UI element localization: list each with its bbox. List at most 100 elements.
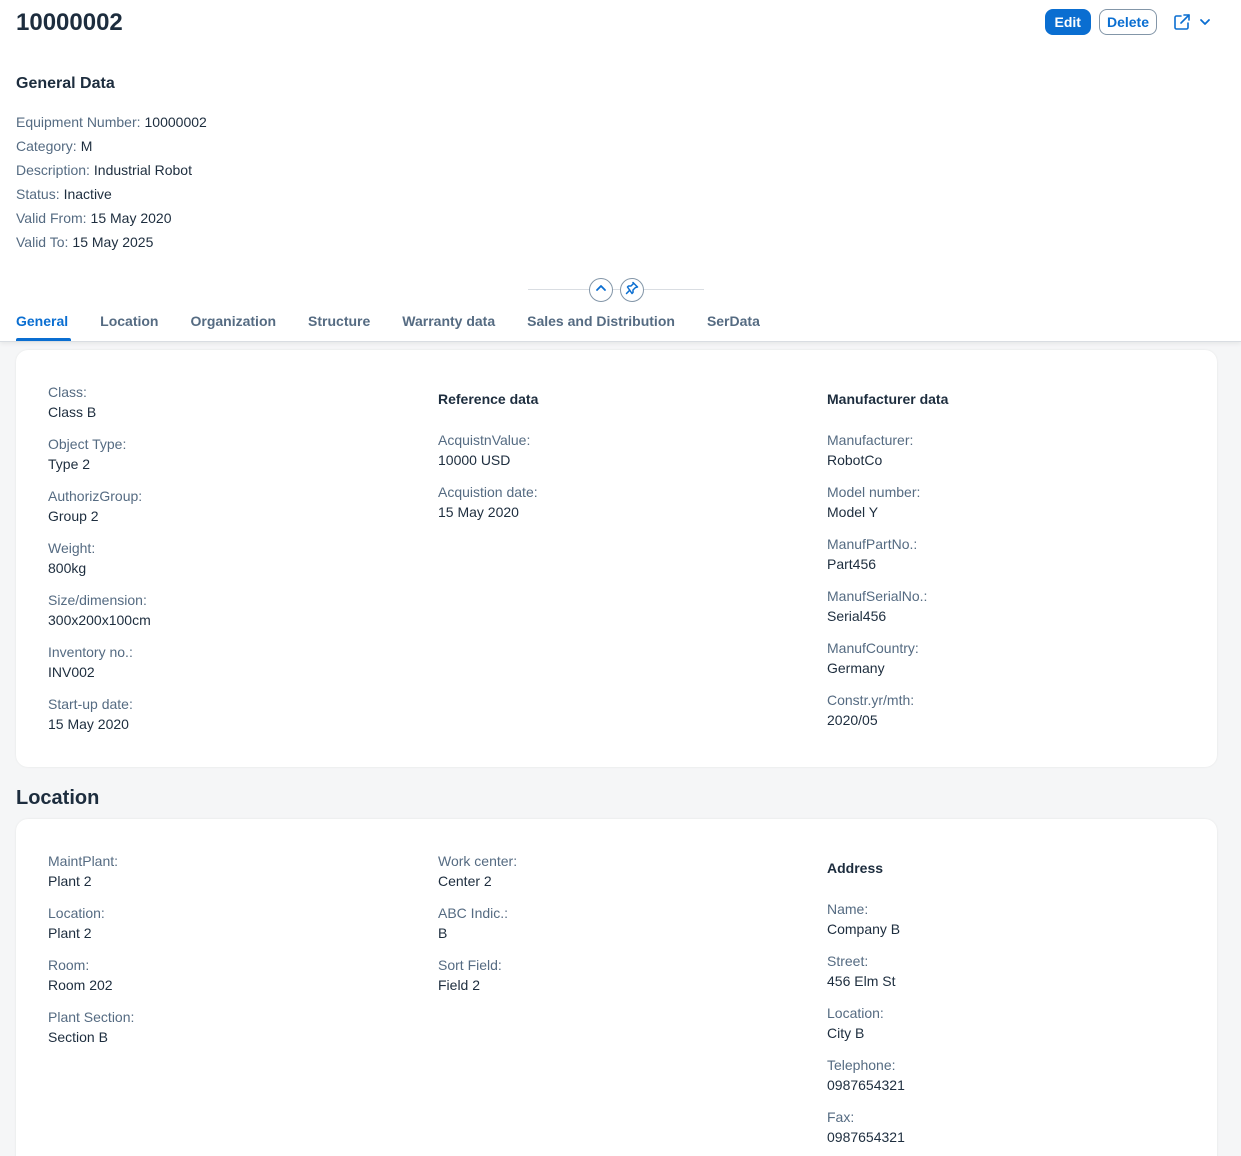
field-label: ManufCountry: [827, 640, 919, 656]
field-label: Constr.yr/mth: [827, 692, 915, 708]
share-menu-button[interactable] [1173, 13, 1211, 31]
general-data-list: Equipment Number: 10000002 Category: M Des… [16, 113, 207, 257]
field-value: 2020/05 [827, 712, 878, 728]
field-value: Group 2 [48, 508, 99, 524]
field-label: Work center: [438, 853, 518, 869]
field-value: Company B [827, 921, 901, 937]
field-label: Valid From: [16, 210, 87, 226]
field-abc-indic: ABC Indic.: B [438, 903, 758, 943]
collapse-header-button[interactable] [589, 278, 613, 302]
field-value: Section B [48, 1029, 108, 1045]
tab-sales-and-distribution[interactable]: Sales and Distribution [527, 311, 675, 341]
field-model-number: Model number: Model Y [827, 482, 1147, 522]
field-label: MaintPlant: [48, 853, 119, 869]
field-label: Manufacturer: [827, 432, 914, 448]
field-class: Class: Class B [48, 382, 368, 422]
field-label: Object Type: [48, 436, 127, 452]
chevron-up-icon [595, 281, 607, 299]
field-room: Room: Room 202 [48, 955, 368, 995]
field-size-dimension: Size/dimension: 300x200x100cm [48, 590, 368, 630]
field-label: Model number: [827, 484, 921, 500]
field-value: 456 Elm St [827, 973, 896, 989]
field-value: 15 May 2025 [72, 234, 154, 250]
field-manufacturer: Manufacturer: RobotCo [827, 430, 1147, 470]
field-maint-plant: MaintPlant: Plant 2 [48, 851, 368, 891]
field-value: Center 2 [438, 873, 492, 889]
field-location: Location: Plant 2 [48, 903, 368, 943]
field-label: Weight: [48, 540, 96, 556]
field-label: Fax: [827, 1109, 855, 1125]
field-value: INV002 [48, 664, 95, 680]
field-value: 0987654321 [827, 1129, 905, 1145]
header-actions: Edit Delete [1044, 9, 1211, 35]
field-acquistn-value: AcquistnValue: 10000 USD [438, 430, 758, 470]
tab-warranty-data[interactable]: Warranty data [402, 311, 495, 341]
field-start-up-date: Start-up date: 15 May 2020 [48, 694, 368, 734]
object-page-header: 10000002 Edit Delete General Data Equipm… [0, 0, 1241, 342]
field-plant-section: Plant Section: Section B [48, 1007, 368, 1047]
chevron-down-icon [1199, 16, 1211, 28]
field-manuf-country: ManufCountry: Germany [827, 638, 1147, 678]
field-value: Room 202 [48, 977, 113, 993]
field-manuf-serial-no: ManufSerialNo.: Serial456 [827, 586, 1147, 626]
field-value: Germany [827, 660, 885, 676]
reference-data-title: Reference data [438, 391, 539, 407]
share-icon [1173, 13, 1191, 31]
field-label: Telephone: [827, 1057, 896, 1073]
field-acquistion-date: Acquistion date: 15 May 2020 [438, 482, 758, 522]
field-value: 0987654321 [827, 1077, 905, 1093]
field-value: Field 2 [438, 977, 481, 993]
general-data-row: Equipment Number: 10000002 [16, 113, 207, 137]
general-data-row: Valid From: 15 May 2020 [16, 209, 207, 233]
field-label: ManufPartNo.: [827, 536, 918, 552]
field-work-center: Work center: Center 2 [438, 851, 758, 891]
address-title: Address [827, 860, 884, 876]
field-object-type: Object Type: Type 2 [48, 434, 368, 474]
general-data-row: Status: Inactive [16, 185, 207, 209]
field-value: Industrial Robot [93, 162, 192, 178]
field-value: 15 May 2020 [90, 210, 172, 226]
field-value: RobotCo [827, 452, 883, 468]
field-label: Equipment Number: [16, 114, 141, 130]
field-label: Status: [16, 186, 60, 202]
tab-structure[interactable]: Structure [308, 311, 370, 341]
edit-button[interactable]: Edit [1044, 9, 1091, 35]
object-title: 10000002 [16, 9, 123, 36]
pin-icon [625, 281, 639, 300]
field-address-name: Name: Company B [827, 899, 1147, 939]
field-address-location: Location: City B [827, 1003, 1147, 1043]
tab-organization[interactable]: Organization [190, 311, 276, 341]
pin-header-button[interactable] [620, 278, 644, 302]
field-label: Inventory no.: [48, 644, 133, 660]
field-label: AuthorizGroup: [48, 488, 143, 504]
field-value: Plant 2 [48, 925, 92, 941]
header-divider [528, 289, 704, 290]
field-inventory-no: Inventory no.: INV002 [48, 642, 368, 682]
field-label: Location: [827, 1005, 884, 1021]
field-label: Sort Field: [438, 957, 502, 973]
field-value: 800kg [48, 560, 87, 576]
field-label: ManufSerialNo.: [827, 588, 928, 604]
anchor-bar: General Location Organization Structure … [16, 311, 792, 341]
field-value: 15 May 2020 [48, 716, 129, 732]
field-value: 10000 USD [438, 452, 511, 468]
field-label: Acquistion date: [438, 484, 538, 500]
field-value: B [438, 925, 448, 941]
delete-button[interactable]: Delete [1098, 9, 1157, 35]
field-value: 300x200x100cm [48, 612, 151, 628]
field-value: Plant 2 [48, 873, 92, 889]
field-label: Plant Section: [48, 1009, 135, 1025]
tab-general[interactable]: General [16, 311, 72, 341]
general-data-title: General Data [16, 75, 115, 92]
general-section-card: Class: Class B Object Type: Type 2 Authori… [16, 350, 1217, 767]
field-label: Street: [827, 953, 869, 969]
field-value: Serial456 [827, 608, 887, 624]
field-value: Part456 [827, 556, 877, 572]
tab-location[interactable]: Location [100, 311, 158, 341]
field-address-telephone: Telephone: 0987654321 [827, 1055, 1147, 1095]
tab-serdata[interactable]: SerData [707, 311, 760, 341]
field-value: City B [827, 1025, 865, 1041]
field-value: 10000002 [144, 114, 207, 130]
field-value: Inactive [63, 186, 112, 202]
field-value: Class B [48, 404, 97, 420]
